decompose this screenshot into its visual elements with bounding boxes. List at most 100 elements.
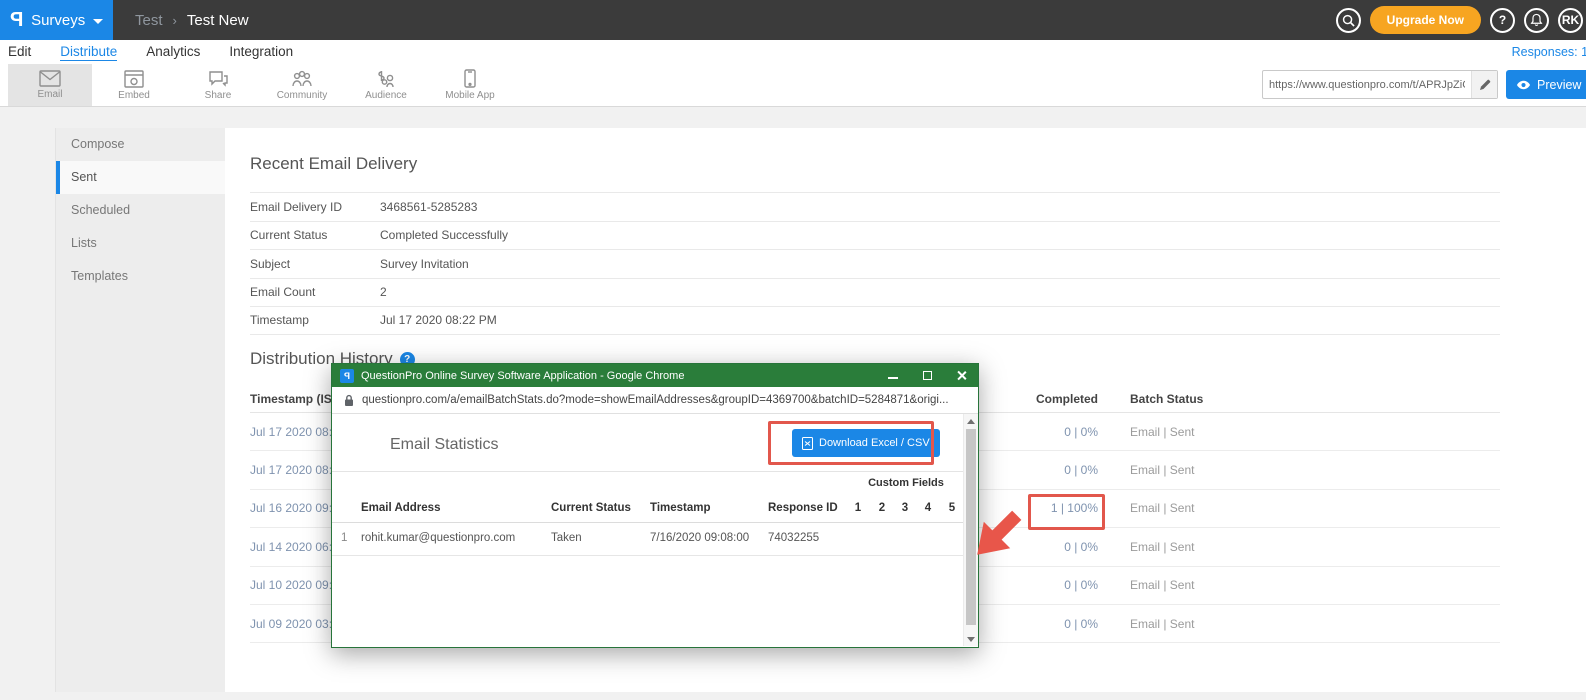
triangle-up-icon — [967, 419, 975, 424]
channel-share[interactable]: Share — [176, 64, 260, 106]
column-header-email: Email Address — [361, 502, 440, 514]
popup-content: Email Statistics Download Excel / CSV Cu… — [332, 414, 978, 646]
share-icon — [208, 70, 228, 88]
column-header-custom-2: 2 — [874, 502, 890, 514]
excel-file-icon — [802, 437, 813, 450]
recent-email-delivery-title: Recent Email Delivery — [250, 154, 417, 174]
sidebar-item-scheduled[interactable]: Scheduled — [56, 194, 225, 227]
column-header-timestamp: Timestamp — [650, 502, 711, 514]
sidebar-item-lists[interactable]: Lists — [56, 227, 225, 260]
column-header-batch-status: Batch Status — [1130, 392, 1203, 406]
edit-link-button[interactable] — [1471, 71, 1497, 98]
bell-icon — [1530, 13, 1543, 27]
column-header-custom-3: 3 — [897, 502, 913, 514]
chevron-down-icon — [93, 19, 103, 24]
preview-button[interactable]: Preview — [1506, 70, 1586, 99]
custom-fields-label: Custom Fields — [846, 477, 966, 489]
row-index: 1 — [341, 532, 347, 544]
channel-community[interactable]: Community — [260, 64, 344, 106]
minimize-icon — [888, 377, 898, 379]
search-icon — [1342, 14, 1355, 27]
breadcrumb: Test › Test New — [135, 12, 249, 29]
batch-status: Email | Sent — [1130, 425, 1194, 439]
maximize-button[interactable] — [910, 364, 944, 387]
survey-link-input[interactable] — [1263, 79, 1471, 91]
distribute-toolbar: Email Embed Share Community Audience Mob… — [0, 64, 1586, 107]
column-header-custom-1: 1 — [850, 502, 866, 514]
stats-header-row: Email Address Current Status Timestamp R… — [332, 502, 963, 522]
batch-status: Email | Sent — [1130, 501, 1194, 515]
mobile-app-icon — [464, 69, 476, 88]
window-title-bar[interactable]: P QuestionPro Online Survey Software App… — [332, 364, 978, 387]
breadcrumb-parent[interactable]: Test — [135, 12, 163, 29]
minimize-button[interactable] — [876, 364, 910, 387]
field-label: Email Count — [250, 285, 380, 299]
maximize-icon — [923, 371, 932, 380]
tab-distribute[interactable]: Distribute — [60, 44, 117, 61]
scrollbar-thumb[interactable] — [966, 429, 976, 625]
embed-icon — [124, 70, 144, 88]
field-label: Timestamp — [250, 313, 380, 327]
surveys-menu[interactable]: P Surveys — [0, 0, 113, 40]
column-header-custom-4: 4 — [920, 502, 936, 514]
divider — [332, 555, 963, 556]
field-label: Current Status — [250, 228, 380, 242]
questionpro-favicon-icon: P — [340, 369, 354, 383]
survey-nav: Edit Distribute Analytics Integration Re… — [0, 40, 1586, 64]
table-row: Email Delivery ID 3468561-5285283 — [250, 192, 1500, 221]
batch-status: Email | Sent — [1130, 578, 1194, 592]
surveys-menu-label: Surveys — [31, 12, 85, 29]
sidebar-item-sent[interactable]: Sent — [56, 161, 225, 194]
field-value: Completed Successfully — [380, 228, 508, 242]
close-button[interactable] — [944, 364, 978, 387]
table-row: Subject Survey Invitation — [250, 249, 1500, 278]
table-row: Email Count 2 — [250, 278, 1500, 307]
email-icon — [39, 70, 61, 87]
top-bar-actions: Upgrade Now ? RK — [1336, 6, 1586, 34]
survey-link-box — [1262, 70, 1498, 99]
scroll-down-button[interactable] — [964, 632, 978, 646]
response-id: 74032255 — [768, 532, 819, 544]
eye-icon — [1516, 80, 1531, 90]
avatar[interactable]: RK — [1558, 8, 1583, 33]
breadcrumb-current: Test New — [187, 12, 249, 29]
pencil-icon — [1479, 79, 1491, 91]
triangle-down-icon — [967, 637, 975, 642]
column-header-response-id: Response ID — [768, 502, 838, 514]
scroll-up-button[interactable] — [964, 414, 978, 428]
email-address: rohit.kumar@questionpro.com — [361, 532, 515, 544]
page-url: questionpro.com/a/emailBatchStats.do?mod… — [362, 394, 949, 406]
divider — [332, 522, 963, 523]
sidebar-item-compose[interactable]: Compose — [56, 128, 225, 161]
channel-embed[interactable]: Embed — [92, 64, 176, 106]
batch-status: Email | Sent — [1130, 617, 1194, 631]
tab-edit[interactable]: Edit — [8, 44, 31, 60]
sidebar-item-templates[interactable]: Templates — [56, 260, 225, 293]
download-excel-csv-button[interactable]: Download Excel / CSV — [792, 429, 940, 457]
field-label: Subject — [250, 257, 380, 271]
popup-scrollbar[interactable] — [963, 414, 978, 646]
channel-audience[interactable]: Audience — [344, 64, 428, 106]
help-button[interactable]: ? — [1490, 8, 1515, 33]
email-sidebar: Compose Sent Scheduled Lists Templates — [55, 128, 225, 692]
table-row: 1 rohit.kumar@questionpro.com Taken 7/16… — [332, 532, 963, 552]
email-statistics-window: P QuestionPro Online Survey Software App… — [331, 363, 979, 648]
tab-integration[interactable]: Integration — [229, 44, 293, 60]
lock-icon — [344, 394, 354, 407]
responses-count[interactable]: Responses: 14 — [1512, 45, 1586, 59]
tab-analytics[interactable]: Analytics — [146, 44, 200, 60]
channel-email[interactable]: Email — [8, 64, 92, 106]
email-statistics-heading: Email Statistics — [390, 436, 498, 454]
field-value: Jul 17 2020 08:22 PM — [380, 313, 497, 327]
question-mark-icon: ? — [1499, 13, 1506, 27]
field-value: 3468561-5285283 — [380, 200, 477, 214]
address-bar[interactable]: questionpro.com/a/emailBatchStats.do?mod… — [332, 387, 978, 414]
recent-delivery-table: Email Delivery ID 3468561-5285283 Curren… — [250, 192, 1500, 335]
close-icon — [956, 370, 967, 381]
field-value: 2 — [380, 285, 387, 299]
channel-mobile-app[interactable]: Mobile App — [428, 64, 512, 106]
upgrade-now-button[interactable]: Upgrade Now — [1370, 6, 1481, 34]
search-button[interactable] — [1336, 8, 1361, 33]
notifications-button[interactable] — [1524, 8, 1549, 33]
window-controls — [876, 364, 978, 387]
